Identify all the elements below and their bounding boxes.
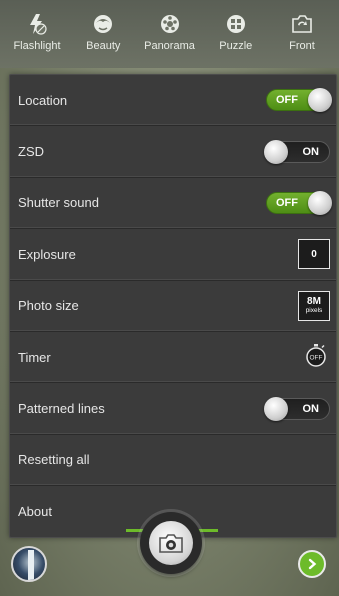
setting-shutter-sound[interactable]: Shutter sound OFF <box>10 178 336 230</box>
shutter-sound-toggle-knob[interactable] <box>308 190 332 215</box>
panorama-icon <box>139 12 201 36</box>
setting-location[interactable]: Location OFF <box>10 75 336 127</box>
zsd-toggle-knob[interactable] <box>264 139 288 164</box>
next-button[interactable] <box>298 550 326 578</box>
setting-patterned-lines[interactable]: Patterned lines ON <box>10 383 336 435</box>
patterned-lines-toggle[interactable]: ON <box>264 396 330 421</box>
mode-front-label: Front <box>289 40 315 52</box>
setting-explosure-label: Explosure <box>18 246 76 262</box>
mode-puzzle[interactable]: Puzzle <box>205 12 267 52</box>
timer-icon[interactable]: OFF <box>305 344 327 371</box>
setting-shutter-sound-label: Shutter sound <box>18 195 99 211</box>
bottom-controls <box>0 512 339 596</box>
mode-front[interactable]: Front <box>271 12 333 52</box>
mode-beauty-label: Beauty <box>86 40 121 52</box>
mode-flashlight-label: Flashlight <box>13 40 61 52</box>
beauty-face-icon <box>72 12 134 36</box>
photo-size-value: 8M <box>307 295 321 307</box>
setting-resetting-all[interactable]: Resetting all <box>10 435 336 487</box>
patterned-lines-toggle-knob[interactable] <box>264 396 288 421</box>
mode-panorama[interactable]: Panorama <box>139 12 201 52</box>
puzzle-icon <box>205 12 267 36</box>
mode-puzzle-label: Puzzle <box>219 40 253 52</box>
chevron-right-icon <box>308 558 317 570</box>
location-toggle-state: OFF <box>276 94 298 107</box>
patterned-lines-toggle-state: ON <box>302 402 320 415</box>
location-toggle-knob[interactable] <box>308 88 332 113</box>
explosure-value-box[interactable]: 0 <box>298 239 330 270</box>
flashlight-off-icon <box>6 12 68 36</box>
camera-icon <box>149 521 193 565</box>
zsd-toggle[interactable]: ON <box>264 139 330 164</box>
setting-zsd[interactable]: ZSD ON <box>10 126 336 178</box>
setting-location-label: Location <box>18 92 68 108</box>
mode-panorama-label: Panorama <box>144 40 195 52</box>
timer-value: OFF <box>310 355 323 362</box>
mode-beauty[interactable]: Beauty <box>72 12 134 52</box>
setting-about-label: About <box>18 504 52 520</box>
front-camera-switch-icon <box>271 12 333 36</box>
shutter-sound-toggle-state: OFF <box>276 196 298 209</box>
setting-photo-size[interactable]: Photo size 8M pixels <box>10 281 336 332</box>
zsd-toggle-state: ON <box>302 145 320 158</box>
setting-timer[interactable]: Timer OFF <box>10 332 336 384</box>
shutter-button[interactable] <box>140 512 202 574</box>
settings-panel: Location OFF ZSD ON Shutter sound OFF Ex… <box>9 74 337 538</box>
setting-timer-label: Timer <box>18 349 51 365</box>
location-toggle[interactable]: OFF <box>266 88 332 113</box>
mode-flashlight[interactable]: Flashlight <box>6 12 68 52</box>
setting-zsd-label: ZSD <box>18 144 44 160</box>
setting-patterned-lines-label: Patterned lines <box>18 401 105 417</box>
mode-bar: Flashlight Beauty Panorama Puzzle Front <box>0 0 339 68</box>
photo-size-value-box[interactable]: 8M pixels <box>298 290 330 321</box>
gallery-thumbnail[interactable] <box>11 546 47 582</box>
explosure-value: 0 <box>311 248 317 260</box>
photo-size-unit: pixels <box>305 306 323 314</box>
shutter-sound-toggle[interactable]: OFF <box>266 190 332 215</box>
setting-photo-size-label: Photo size <box>18 298 79 314</box>
setting-explosure[interactable]: Explosure 0 <box>10 229 336 281</box>
setting-resetting-all-label: Resetting all <box>18 452 90 468</box>
